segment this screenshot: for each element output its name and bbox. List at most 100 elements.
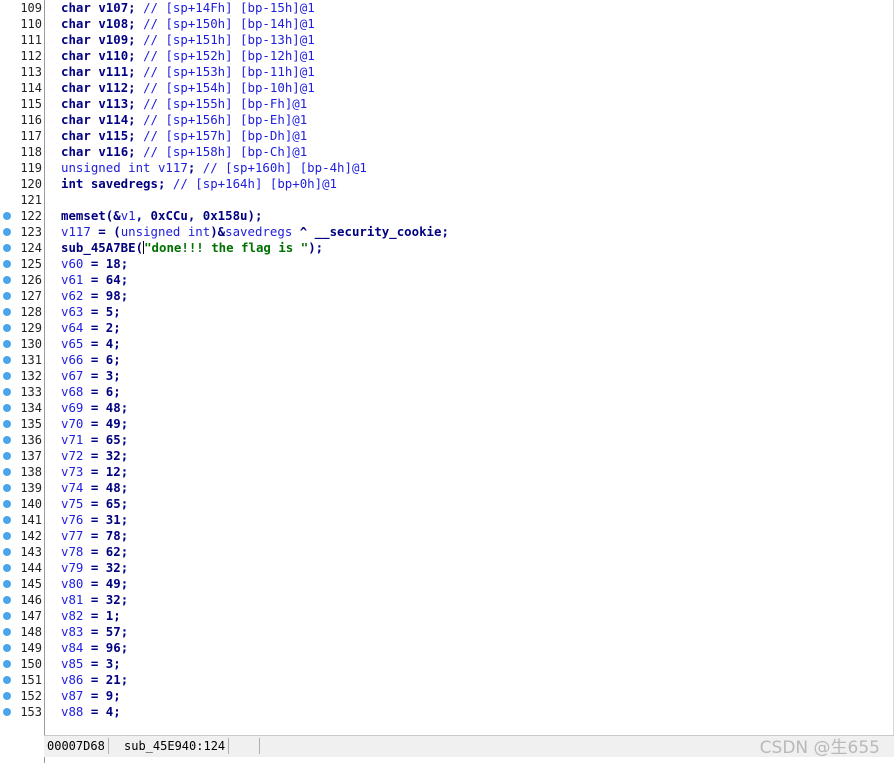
code-text[interactable]: v71 = 65; <box>61 432 128 448</box>
code-line[interactable]: 114 char v112; // [sp+154h] [bp-10h]@1 <box>0 80 894 96</box>
code-line[interactable]: 130 v65 = 4; <box>0 336 894 352</box>
line-number: 134 <box>20 401 42 415</box>
code-line[interactable]: 150 v85 = 3; <box>0 656 894 672</box>
code-line[interactable]: 119 unsigned int v117; // [sp+160h] [bp-4… <box>0 160 894 176</box>
code-line[interactable]: 141 v76 = 31; <box>0 512 894 528</box>
code-text[interactable]: char v108; // [sp+150h] [bp-14h]@1 <box>61 16 315 32</box>
code-line[interactable]: 142 v77 = 78; <box>0 528 894 544</box>
code-text[interactable]: v80 = 49; <box>61 576 128 592</box>
code-line[interactable]: 120 int savedregs; // [sp+164h] [bp+0h]@1 <box>0 176 894 192</box>
code-line[interactable]: 144 v79 = 32; <box>0 560 894 576</box>
code-line[interactable]: 143 v78 = 62; <box>0 544 894 560</box>
code-line[interactable]: 132 v67 = 3; <box>0 368 894 384</box>
code-text[interactable]: v81 = 32; <box>61 592 128 608</box>
code-line[interactable]: 151 v86 = 21; <box>0 672 894 688</box>
code-line[interactable]: 111 char v109; // [sp+151h] [bp-13h]@1 <box>0 32 894 48</box>
code-line[interactable]: 124 sub_45A7BE("done!!! the flag is "); <box>0 240 894 256</box>
code-text[interactable]: v70 = 49; <box>61 416 128 432</box>
code-text[interactable]: v88 = 4; <box>61 704 121 720</box>
code-line[interactable]: 113 char v111; // [sp+153h] [bp-11h]@1 <box>0 64 894 80</box>
code-text[interactable]: sub_45A7BE("done!!! the flag is "); <box>61 240 323 256</box>
code-line[interactable]: 148 v83 = 57; <box>0 624 894 640</box>
code-line[interactable]: 121 <box>0 192 894 208</box>
code-line[interactable]: 109 char v107; // [sp+14Fh] [bp-15h]@1 <box>0 0 894 16</box>
code-text[interactable]: char v116; // [sp+158h] [bp-Ch]@1 <box>61 144 307 160</box>
code-line[interactable]: 137 v72 = 32; <box>0 448 894 464</box>
code-line[interactable]: 146 v81 = 32; <box>0 592 894 608</box>
code-line[interactable]: 145 v80 = 49; <box>0 576 894 592</box>
code-line[interactable]: 140 v75 = 65; <box>0 496 894 512</box>
code-text[interactable]: v72 = 32; <box>61 448 128 464</box>
code-text[interactable]: v84 = 96; <box>61 640 128 656</box>
code-text[interactable]: char v110; // [sp+152h] [bp-12h]@1 <box>61 48 315 64</box>
code-line[interactable]: 110 char v108; // [sp+150h] [bp-14h]@1 <box>0 16 894 32</box>
code-line[interactable]: 127 v62 = 98; <box>0 288 894 304</box>
code-line[interactable]: 118 char v116; // [sp+158h] [bp-Ch]@1 <box>0 144 894 160</box>
code-line[interactable]: 129 v64 = 2; <box>0 320 894 336</box>
code-line[interactable]: 131 v66 = 6; <box>0 352 894 368</box>
code-text[interactable]: v73 = 12; <box>61 464 128 480</box>
code-line[interactable]: 147 v82 = 1; <box>0 608 894 624</box>
code-text[interactable]: v63 = 5; <box>61 304 121 320</box>
code-line[interactable]: 133 v68 = 6; <box>0 384 894 400</box>
code-text[interactable]: v61 = 64; <box>61 272 128 288</box>
code-line[interactable]: 123 v117 = (unsigned int)&savedregs ^ __s… <box>0 224 894 240</box>
code-text[interactable]: memset(&v1, 0xCCu, 0x158u); <box>61 208 262 224</box>
pseudocode-view[interactable]: 109 char v107; // [sp+14Fh] [bp-15h]@1 110… <box>0 0 894 735</box>
code-text[interactable]: char v115; // [sp+157h] [bp-Dh]@1 <box>61 128 307 144</box>
watermark: CSDN @生655 <box>759 738 880 758</box>
code-text[interactable]: char v109; // [sp+151h] [bp-13h]@1 <box>61 32 315 48</box>
code-line[interactable]: 139 v74 = 48; <box>0 480 894 496</box>
code-line[interactable]: 125 v60 = 18; <box>0 256 894 272</box>
code-text[interactable]: v77 = 78; <box>61 528 128 544</box>
code-line[interactable]: 149 v84 = 96; <box>0 640 894 656</box>
code-text[interactable]: v60 = 18; <box>61 256 128 272</box>
code-text[interactable]: v75 = 65; <box>61 496 128 512</box>
code-line[interactable]: 126 v61 = 64; <box>0 272 894 288</box>
code-text[interactable]: v86 = 21; <box>61 672 128 688</box>
status-address: 00007D68 <box>44 738 109 754</box>
code-text[interactable]: v76 = 31; <box>61 512 128 528</box>
code-line[interactable]: 117 char v115; // [sp+157h] [bp-Dh]@1 <box>0 128 894 144</box>
code-token: // [sp+14Fh] [bp-15h]@1 <box>143 0 315 15</box>
code-line[interactable]: 135 v70 = 49; <box>0 416 894 432</box>
code-line[interactable]: 128 v63 = 5; <box>0 304 894 320</box>
code-text[interactable]: int savedregs; // [sp+164h] [bp+0h]@1 <box>61 176 337 192</box>
code-text[interactable]: v66 = 6; <box>61 352 121 368</box>
code-text[interactable]: v65 = 4; <box>61 336 121 352</box>
code-text[interactable]: v67 = 3; <box>61 368 121 384</box>
code-listing[interactable]: 109 char v107; // [sp+14Fh] [bp-15h]@1 110… <box>0 0 894 720</box>
code-text[interactable]: v62 = 98; <box>61 288 128 304</box>
code-text[interactable]: v85 = 3; <box>61 656 121 672</box>
code-text[interactable]: v74 = 48; <box>61 480 128 496</box>
code-line[interactable]: 115 char v113; // [sp+155h] [bp-Fh]@1 <box>0 96 894 112</box>
code-token: v71 <box>61 432 84 447</box>
code-line[interactable]: 116 char v114; // [sp+156h] [bp-Eh]@1 <box>0 112 894 128</box>
code-text[interactable]: v69 = 48; <box>61 400 128 416</box>
code-text[interactable]: char v111; // [sp+153h] [bp-11h]@1 <box>61 64 315 80</box>
code-text[interactable]: v64 = 2; <box>61 320 121 336</box>
code-text[interactable]: v79 = 32; <box>61 560 128 576</box>
code-text[interactable]: v87 = 9; <box>61 688 121 704</box>
code-line[interactable]: 152 v87 = 9; <box>0 688 894 704</box>
code-token: // [sp+160h] [bp-4h]@1 <box>202 160 367 175</box>
code-line[interactable]: 134 v69 = 48; <box>0 400 894 416</box>
code-text[interactable]: v78 = 62; <box>61 544 128 560</box>
code-text[interactable]: v68 = 6; <box>61 384 121 400</box>
code-text[interactable]: unsigned int v117; // [sp+160h] [bp-4h]@… <box>61 160 367 176</box>
code-text[interactable]: char v114; // [sp+156h] [bp-Eh]@1 <box>61 112 307 128</box>
code-line[interactable]: 112 char v110; // [sp+152h] [bp-12h]@1 <box>0 48 894 64</box>
code-line[interactable]: 122 memset(&v1, 0xCCu, 0x158u); <box>0 208 894 224</box>
code-text[interactable]: v117 = (unsigned int)&savedregs ^ __secu… <box>61 224 449 240</box>
code-line[interactable]: 138 v73 = 12; <box>0 464 894 480</box>
code-line[interactable]: 136 v71 = 65; <box>0 432 894 448</box>
code-token: // [sp+157h] [bp-Dh]@1 <box>143 128 308 143</box>
code-text[interactable]: char v112; // [sp+154h] [bp-10h]@1 <box>61 80 315 96</box>
code-line[interactable]: 153 v88 = 4; <box>0 704 894 720</box>
line-number: 139 <box>20 481 42 495</box>
code-token: v113 <box>98 96 129 111</box>
code-text[interactable]: v82 = 1; <box>61 608 121 624</box>
code-text[interactable]: char v113; // [sp+155h] [bp-Fh]@1 <box>61 96 307 112</box>
code-text[interactable]: v83 = 57; <box>61 624 128 640</box>
code-text[interactable]: char v107; // [sp+14Fh] [bp-15h]@1 <box>61 0 315 16</box>
